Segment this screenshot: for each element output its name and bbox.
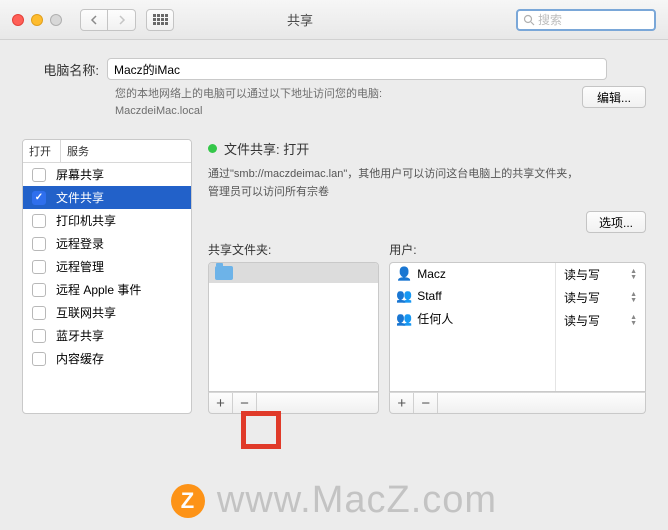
desc-line-1: 您的本地网络上的电脑可以通过以下地址访问您的电脑: [115,88,382,100]
window-controls [12,14,62,26]
sidebar-item-label: 远程 Apple 事件 [56,281,141,298]
folder-item[interactable] [209,263,378,283]
permission-item[interactable]: 读与写 ▲▼ [556,309,645,332]
sidebar-item-remote-management[interactable]: 远程管理 [23,255,191,278]
computer-name-label: 电脑名称: [22,60,107,79]
sidebar-item-screen-sharing[interactable]: 屏幕共享 [23,163,191,186]
user-item[interactable]: 👤 Macz [390,263,555,285]
checkbox[interactable] [32,260,46,274]
services-sidebar: 打开 服务 屏幕共享 文件共享 打印机共享 远程登录 远程管理 远程 Apple… [22,139,192,414]
search-input[interactable]: 搜索 [516,9,656,31]
z-logo-icon: Z [171,484,205,518]
main-row: 打开 服务 屏幕共享 文件共享 打印机共享 远程登录 远程管理 远程 Apple… [22,139,646,414]
add-user-button[interactable]: + [390,393,414,413]
folder-icon [215,266,233,280]
users-list-box[interactable]: 👤 Macz 👥 Staff 👥 任何人 读与写 ▲▼ 读与写 ▲▼ 读与写 ▲▼ [389,262,646,392]
sidebar-header: 打开 服务 [23,140,191,163]
description-text: 您的本地网络上的电脑可以通过以下地址访问您的电脑: MaczdeiMac.loc… [115,86,382,119]
search-placeholder: 搜索 [538,11,562,28]
permissions-column: 读与写 ▲▼ 读与写 ▲▼ 读与写 ▲▼ [555,263,645,391]
people-icon: 👥 [396,288,412,304]
columns-row: 共享文件夹: + − 用户: [208,241,646,414]
users-label: 用户: [389,241,646,258]
sidebar-item-remote-login[interactable]: 远程登录 [23,232,191,255]
desc-line-2: MaczdeiMac.local [115,105,202,117]
sidebar-item-printer-sharing[interactable]: 打印机共享 [23,209,191,232]
sharing-prefs-window: 共享 搜索 电脑名称: Macz的iMac 您的本地网络上的电脑可以通过以下地址… [0,0,668,530]
status-dot-icon [208,144,217,153]
shared-folders-label: 共享文件夹: [208,241,379,258]
stepper-icon[interactable]: ▲▼ [630,292,637,304]
checkbox[interactable] [32,352,46,366]
remove-user-button[interactable]: − [414,393,438,413]
checkbox[interactable] [32,283,46,297]
user-name: Macz [417,267,446,281]
search-icon [523,14,535,26]
options-button[interactable]: 选项... [586,211,646,233]
status-title: 文件共享: 打开 [224,139,309,158]
permission-item[interactable]: 读与写 ▲▼ [556,286,645,309]
computer-name-input[interactable]: Macz的iMac [107,58,607,80]
users-column: 用户: 👤 Macz 👥 Staff 👥 任何人 读与写 ▲▼ [389,241,646,414]
sidebar-item-label: 文件共享 [56,189,104,206]
sidebar-item-internet-sharing[interactable]: 互联网共享 [23,301,191,324]
status-description: 通过"smb://maczdeimac.lan"，其他用户可以访问这台电脑上的共… [208,166,588,201]
sidebar-item-label: 内容缓存 [56,350,104,367]
user-item[interactable]: 👥 Staff [390,285,555,307]
zoom-icon [50,14,62,26]
person-icon: 👤 [396,266,412,282]
col-service: 服务 [61,140,191,162]
checkbox[interactable] [32,168,46,182]
sidebar-item-remote-apple-events[interactable]: 远程 Apple 事件 [23,278,191,301]
add-folder-button[interactable]: + [209,393,233,413]
perm-label: 读与写 [564,312,600,329]
description-row: 您的本地网络上的电脑可以通过以下地址访问您的电脑: MaczdeiMac.loc… [22,86,646,119]
options-row: 选项... [208,211,646,233]
checkbox[interactable] [32,214,46,228]
perm-label: 读与写 [564,289,600,306]
sidebar-item-label: 互联网共享 [56,304,116,321]
sidebar-item-label: 远程登录 [56,235,104,252]
status-row: 文件共享: 打开 [208,139,646,158]
minimize-icon[interactable] [31,14,43,26]
user-name: 任何人 [417,310,453,327]
perm-label: 读与写 [564,266,600,283]
checkbox[interactable] [32,237,46,251]
user-item[interactable]: 👥 任何人 [390,307,555,330]
window-title: 共享 [84,10,516,29]
sidebar-item-file-sharing[interactable]: 文件共享 [23,186,191,209]
stepper-icon[interactable]: ▲▼ [630,315,637,327]
users-list: 👤 Macz 👥 Staff 👥 任何人 [390,263,555,391]
content-area: 电脑名称: Macz的iMac 您的本地网络上的电脑可以通过以下地址访问您的电脑… [0,40,668,424]
right-pane: 文件共享: 打开 通过"smb://maczdeimac.lan"，其他用户可以… [208,139,646,414]
checkbox[interactable] [32,329,46,343]
sidebar-item-content-caching[interactable]: 内容缓存 [23,347,191,370]
col-open: 打开 [23,140,61,162]
shared-folders-column: 共享文件夹: + − [208,241,379,414]
shared-folders-list[interactable] [208,262,379,392]
users-inner: 👤 Macz 👥 Staff 👥 任何人 读与写 ▲▼ 读与写 ▲▼ 读与写 ▲▼ [390,263,645,391]
checkbox[interactable] [32,191,46,205]
folders-button-bar: + − [208,392,379,414]
sidebar-item-bluetooth-sharing[interactable]: 蓝牙共享 [23,324,191,347]
users-button-bar: + − [389,392,646,414]
checkbox[interactable] [32,306,46,320]
edit-button[interactable]: 编辑... [582,86,646,108]
computer-name-value: Macz的iMac [114,61,180,78]
watermark-text: www.MacZ.com [217,479,497,522]
permission-item[interactable]: 读与写 ▲▼ [556,263,645,286]
sidebar-item-label: 蓝牙共享 [56,327,104,344]
sidebar-item-label: 打印机共享 [56,212,116,229]
titlebar: 共享 搜索 [0,0,668,40]
user-name: Staff [417,289,441,303]
computer-name-row: 电脑名称: Macz的iMac [22,58,646,80]
watermark: Z www.MacZ.com [0,479,668,522]
close-icon[interactable] [12,14,24,26]
sidebar-item-label: 屏幕共享 [56,166,104,183]
remove-folder-button[interactable]: − [233,393,257,413]
stepper-icon[interactable]: ▲▼ [630,269,637,281]
sidebar-item-label: 远程管理 [56,258,104,275]
people-icon: 👥 [396,311,412,327]
